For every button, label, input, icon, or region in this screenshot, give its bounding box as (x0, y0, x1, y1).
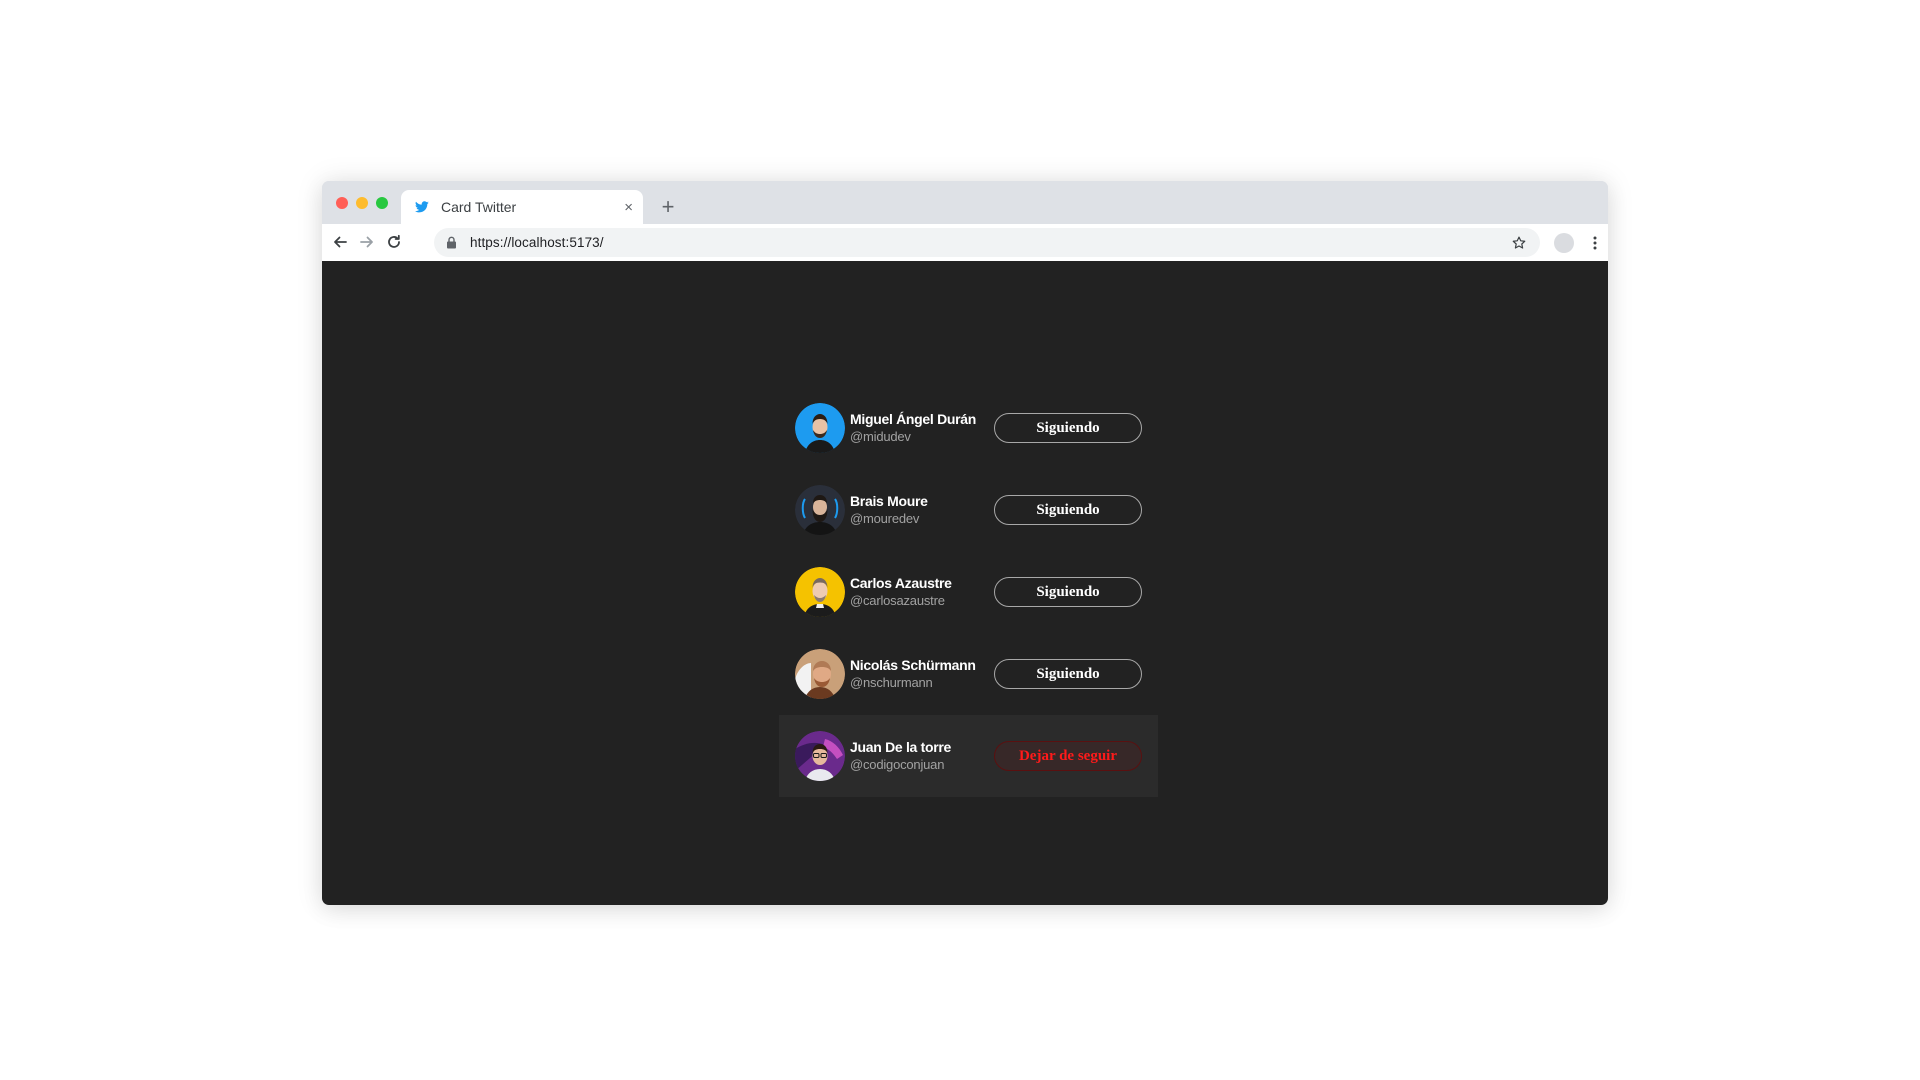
user-name: Brais Moure (850, 493, 928, 509)
user-info: Nicolás Schürmann @nschurmann (850, 657, 994, 691)
user-info: Juan De la torre @codigoconjuan (850, 739, 994, 773)
browser-tab-active[interactable]: Card Twitter × (401, 190, 643, 224)
follow-card: Miguel Ángel Durán @midudev Siguiendo (779, 387, 1158, 469)
avatar (795, 649, 845, 699)
new-tab-button[interactable]: + (655, 194, 681, 220)
follow-card: Nicolás Schürmann @nschurmann Siguiendo (779, 633, 1158, 715)
browser-toolbar: https://localhost:5173/ (322, 224, 1608, 261)
arrow-left-icon (334, 236, 347, 248)
following-button[interactable]: Siguiendo (994, 413, 1142, 443)
user-handle: @carlosazaustre (850, 593, 945, 608)
reload-button[interactable] (382, 230, 406, 254)
user-name: Juan De la torre (850, 739, 952, 755)
follow-card: Carlos Azaustre @carlosazaustre Siguiend… (779, 551, 1158, 633)
forward-button[interactable] (355, 230, 379, 254)
minimize-window-button[interactable] (356, 197, 368, 209)
following-button[interactable]: Siguiendo (994, 577, 1142, 607)
user-handle: @codigoconjuan (850, 757, 945, 772)
address-bar[interactable]: https://localhost:5173/ (434, 228, 1540, 257)
user-handle: @mouredev (850, 511, 920, 526)
following-button[interactable]: Siguiendo (994, 659, 1142, 689)
twitter-bird-icon (415, 199, 431, 215)
follow-card: Brais Moure @mouredev Siguiendo (779, 469, 1158, 551)
avatar (795, 485, 845, 535)
arrow-right-icon (360, 236, 373, 248)
close-window-button[interactable] (336, 197, 348, 209)
avatar (795, 567, 845, 617)
follow-card-list: Miguel Ángel Durán @midudev Siguiendo Br… (779, 387, 1158, 797)
reload-icon (388, 234, 400, 248)
window-controls (336, 197, 388, 209)
profile-avatar-icon[interactable] (1554, 233, 1574, 253)
user-handle: @midudev (850, 429, 911, 444)
tab-title: Card Twitter (441, 199, 517, 215)
user-name: Nicolás Schürmann (850, 657, 976, 673)
follow-card-hovered: Juan De la torre @codigoconjuan Dejar de… (779, 715, 1158, 797)
star-icon[interactable] (1510, 234, 1528, 252)
tab-close-icon[interactable]: × (624, 200, 633, 215)
user-info: Miguel Ángel Durán @midudev (850, 411, 994, 445)
maximize-window-button[interactable] (376, 197, 388, 209)
user-info: Brais Moure @mouredev (850, 493, 994, 527)
title-bar: Card Twitter × + (322, 181, 1608, 224)
user-info: Carlos Azaustre @carlosazaustre (850, 575, 994, 609)
browser-window: Card Twitter × + https://localhost:5173/ (322, 181, 1608, 905)
user-handle: @nschurmann (850, 675, 933, 690)
kebab-menu-icon[interactable] (1584, 231, 1606, 255)
back-button[interactable] (328, 230, 352, 254)
avatar (795, 731, 845, 781)
lock-icon (446, 236, 458, 250)
following-button[interactable]: Siguiendo (994, 495, 1142, 525)
unfollow-button[interactable]: Dejar de seguir (994, 741, 1142, 771)
page-viewport: Miguel Ángel Durán @midudev Siguiendo Br… (322, 261, 1608, 905)
user-name: Carlos Azaustre (850, 575, 952, 591)
avatar (795, 403, 845, 453)
url-text: https://localhost:5173/ (470, 235, 604, 250)
user-name: Miguel Ángel Durán (850, 411, 977, 427)
